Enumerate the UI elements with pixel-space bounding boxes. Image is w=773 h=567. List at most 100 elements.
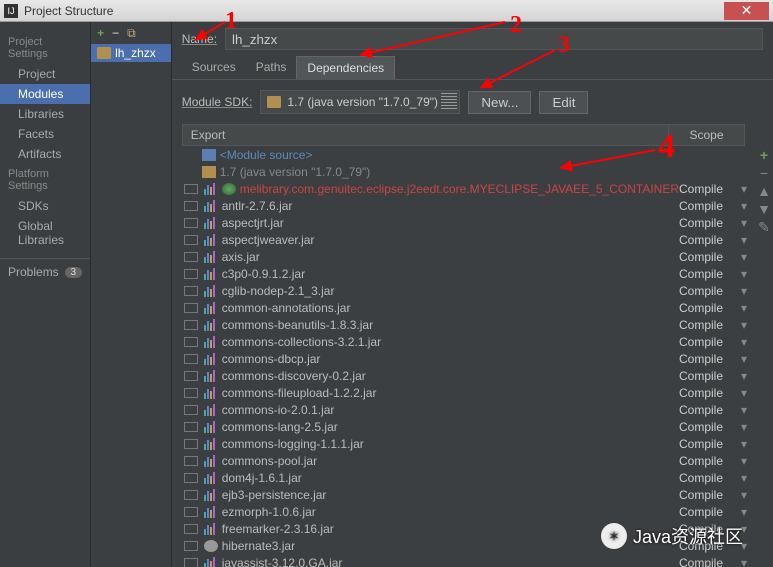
scope-caret-icon[interactable]: ▾ — [741, 318, 755, 332]
tab-sources[interactable]: Sources — [182, 56, 246, 79]
export-checkbox[interactable] — [184, 269, 198, 279]
export-checkbox[interactable] — [184, 184, 198, 194]
remove-dependency-icon[interactable]: − — [757, 166, 771, 180]
export-column-header[interactable]: Export — [183, 125, 669, 145]
scope-column-header[interactable]: Scope — [669, 125, 744, 145]
copy-module-icon[interactable]: ⧉ — [127, 26, 136, 41]
scope-value[interactable]: Compile — [679, 301, 741, 315]
add-module-icon[interactable]: + — [97, 26, 104, 40]
dependency-row[interactable]: aspectjrt.jarCompile▾ — [182, 214, 755, 231]
scope-value[interactable]: Compile — [679, 267, 741, 281]
scope-value[interactable]: Compile — [679, 199, 741, 213]
export-checkbox[interactable] — [184, 303, 198, 313]
export-checkbox[interactable] — [184, 473, 198, 483]
dependency-row[interactable]: cglib-nodep-2.1_3.jarCompile▾ — [182, 282, 755, 299]
dependency-row[interactable]: commons-dbcp.jarCompile▾ — [182, 350, 755, 367]
tab-paths[interactable]: Paths — [246, 56, 297, 79]
scope-value[interactable]: Compile — [679, 386, 741, 400]
dependency-row[interactable]: commons-beanutils-1.8.3.jarCompile▾ — [182, 316, 755, 333]
scope-value[interactable]: Compile — [679, 488, 741, 502]
scope-caret-icon[interactable]: ▾ — [741, 437, 755, 451]
dependency-row[interactable]: commons-lang-2.5.jarCompile▾ — [182, 418, 755, 435]
dependency-row[interactable]: antlr-2.7.6.jarCompile▾ — [182, 197, 755, 214]
module-name-input[interactable] — [225, 28, 763, 50]
dependency-row[interactable]: commons-fileupload-1.2.2.jarCompile▾ — [182, 384, 755, 401]
scope-caret-icon[interactable]: ▾ — [741, 505, 755, 519]
export-checkbox[interactable] — [184, 218, 198, 228]
scope-value[interactable]: Compile — [679, 216, 741, 230]
export-checkbox[interactable] — [184, 388, 198, 398]
dependency-row[interactable]: commons-pool.jarCompile▾ — [182, 452, 755, 469]
sidebar-item-project[interactable]: Project — [0, 64, 90, 84]
scope-value[interactable]: Compile — [679, 505, 741, 519]
new-sdk-button[interactable]: New... — [468, 91, 531, 114]
export-checkbox[interactable] — [184, 286, 198, 296]
remove-module-icon[interactable]: − — [112, 26, 119, 40]
scope-value[interactable]: Compile — [679, 471, 741, 485]
move-down-icon[interactable]: ▼ — [757, 202, 771, 216]
scope-value[interactable]: Compile — [679, 318, 741, 332]
edit-dependency-icon[interactable]: ✎ — [757, 220, 771, 234]
dependencies-list[interactable]: <Module source>1.7 (java version "1.7.0_… — [172, 146, 755, 567]
export-checkbox[interactable] — [184, 507, 198, 517]
dependency-row[interactable]: commons-io-2.0.1.jarCompile▾ — [182, 401, 755, 418]
dependency-row[interactable]: common-annotations.jarCompile▾ — [182, 299, 755, 316]
export-checkbox[interactable] — [184, 405, 198, 415]
scope-caret-icon[interactable]: ▾ — [741, 216, 755, 230]
scope-caret-icon[interactable]: ▾ — [741, 386, 755, 400]
dependency-row[interactable]: aspectjweaver.jarCompile▾ — [182, 231, 755, 248]
dependency-row[interactable]: ezmorph-1.0.6.jarCompile▾ — [182, 503, 755, 520]
problems-item[interactable]: Problems 3 — [0, 258, 90, 285]
dependency-row[interactable]: melibrary.com.genuitec.eclipse.j2eedt.co… — [182, 180, 755, 197]
sidebar-item-artifacts[interactable]: Artifacts — [0, 144, 90, 164]
dependency-row[interactable]: 1.7 (java version "1.7.0_79") — [182, 163, 755, 180]
scope-caret-icon[interactable]: ▾ — [741, 284, 755, 298]
export-checkbox[interactable] — [184, 371, 198, 381]
export-checkbox[interactable] — [184, 524, 198, 534]
scope-value[interactable]: Compile — [679, 556, 741, 567]
scope-value[interactable]: Compile — [679, 420, 741, 434]
sidebar-item-global-libraries[interactable]: Global Libraries — [0, 216, 90, 250]
export-checkbox[interactable] — [184, 235, 198, 245]
scope-caret-icon[interactable]: ▾ — [741, 335, 755, 349]
scope-value[interactable]: Compile — [679, 437, 741, 451]
export-checkbox[interactable] — [184, 201, 198, 211]
export-checkbox[interactable] — [184, 354, 198, 364]
scope-value[interactable]: Compile — [679, 454, 741, 468]
scope-value[interactable]: Compile — [679, 250, 741, 264]
export-checkbox[interactable] — [184, 541, 198, 551]
scope-caret-icon[interactable]: ▾ — [741, 250, 755, 264]
edit-sdk-button[interactable]: Edit — [539, 91, 588, 114]
tab-dependencies[interactable]: Dependencies — [296, 56, 395, 79]
dependency-row[interactable]: commons-logging-1.1.1.jarCompile▾ — [182, 435, 755, 452]
export-checkbox[interactable] — [184, 558, 198, 567]
close-button[interactable]: ✕ — [724, 2, 769, 20]
dependency-row[interactable]: axis.jarCompile▾ — [182, 248, 755, 265]
add-dependency-icon[interactable]: + — [757, 148, 771, 162]
sidebar-item-modules[interactable]: Modules — [0, 84, 90, 104]
export-checkbox[interactable] — [184, 490, 198, 500]
scope-caret-icon[interactable]: ▾ — [741, 182, 755, 196]
dependency-row[interactable]: dom4j-1.6.1.jarCompile▾ — [182, 469, 755, 486]
scope-value[interactable]: Compile — [679, 182, 741, 196]
scope-caret-icon[interactable]: ▾ — [741, 403, 755, 417]
sidebar-item-sdks[interactable]: SDKs — [0, 196, 90, 216]
scope-caret-icon[interactable]: ▾ — [741, 267, 755, 281]
scope-value[interactable]: Compile — [679, 335, 741, 349]
dependency-row[interactable]: javassist-3.12.0.GA.jarCompile▾ — [182, 554, 755, 567]
dependency-row[interactable]: ejb3-persistence.jarCompile▾ — [182, 486, 755, 503]
dependency-row[interactable]: commons-discovery-0.2.jarCompile▾ — [182, 367, 755, 384]
sdk-dropdown-handle[interactable] — [441, 93, 457, 111]
scope-caret-icon[interactable]: ▾ — [741, 301, 755, 315]
export-checkbox[interactable] — [184, 252, 198, 262]
scope-value[interactable]: Compile — [679, 403, 741, 417]
scope-caret-icon[interactable]: ▾ — [741, 233, 755, 247]
dependency-row[interactable]: <Module source> — [182, 146, 755, 163]
export-checkbox[interactable] — [184, 337, 198, 347]
dependency-row[interactable]: c3p0-0.9.1.2.jarCompile▾ — [182, 265, 755, 282]
dependency-row[interactable]: commons-collections-3.2.1.jarCompile▾ — [182, 333, 755, 350]
scope-value[interactable]: Compile — [679, 352, 741, 366]
export-checkbox[interactable] — [184, 422, 198, 432]
scope-value[interactable]: Compile — [679, 233, 741, 247]
export-checkbox[interactable] — [184, 456, 198, 466]
